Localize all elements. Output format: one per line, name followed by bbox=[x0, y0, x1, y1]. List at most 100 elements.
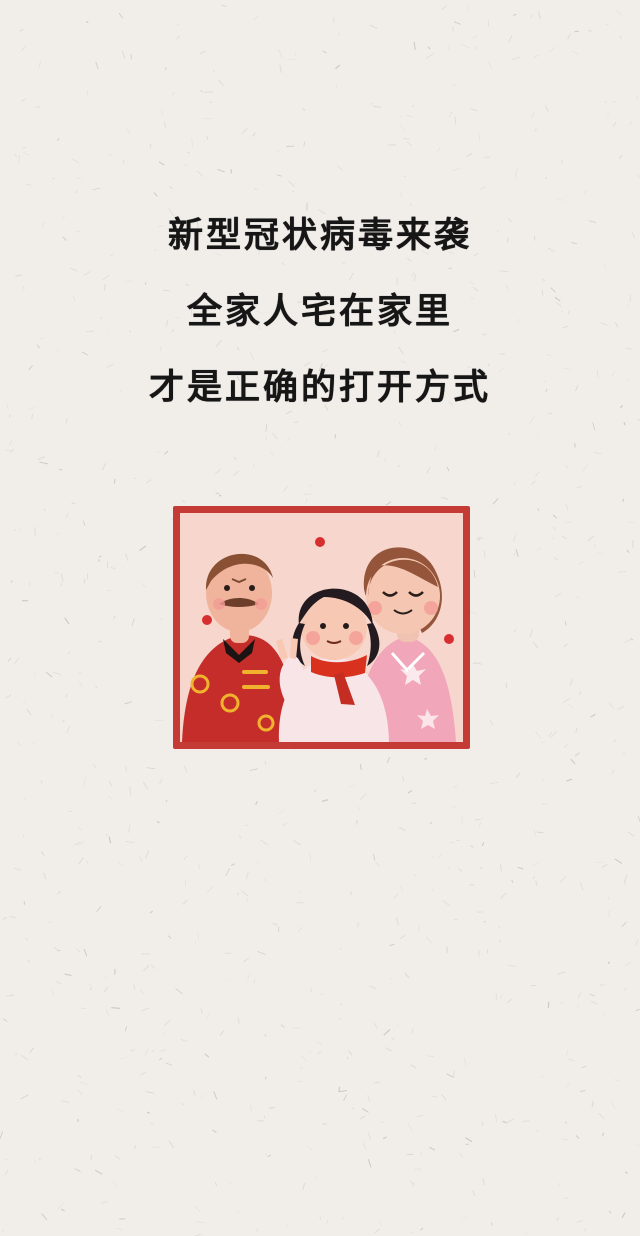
poem-line-2: 全家人宅在家里 bbox=[186, 291, 453, 332]
paper-fiber bbox=[105, 833, 108, 836]
paper-fiber bbox=[110, 566, 117, 570]
paper-fiber bbox=[316, 1041, 323, 1045]
paper-fiber bbox=[419, 1151, 423, 1155]
paper-fiber bbox=[411, 105, 415, 107]
paper-fiber bbox=[278, 809, 285, 815]
paper-fiber bbox=[146, 767, 156, 769]
paper-fiber bbox=[617, 705, 625, 711]
paper-fiber bbox=[165, 799, 168, 803]
paper-fiber bbox=[233, 456, 237, 460]
paper-fiber bbox=[515, 772, 521, 779]
paper-fiber bbox=[281, 822, 287, 827]
paper-fiber bbox=[576, 1220, 584, 1223]
paper-fiber bbox=[429, 1146, 436, 1151]
paper-fiber bbox=[160, 618, 163, 621]
paper-fiber bbox=[406, 114, 413, 118]
paper-fiber bbox=[151, 1049, 155, 1052]
paper-fiber bbox=[598, 1112, 605, 1120]
paper-fiber bbox=[277, 150, 280, 153]
paper-fiber bbox=[272, 922, 278, 926]
paper-fiber bbox=[595, 861, 604, 863]
paper-fiber bbox=[334, 971, 337, 973]
paper-fiber bbox=[77, 1075, 82, 1078]
paper-fiber bbox=[400, 886, 404, 893]
paper-fiber bbox=[507, 35, 513, 44]
paper-fiber bbox=[56, 891, 62, 895]
paper-fiber bbox=[272, 432, 278, 440]
paper-fiber bbox=[118, 1108, 123, 1112]
paper-fiber bbox=[494, 1114, 498, 1123]
paper-fiber bbox=[517, 866, 524, 870]
paper-fiber bbox=[139, 856, 143, 862]
paper-fiber bbox=[593, 543, 596, 549]
paper-fiber bbox=[554, 592, 562, 598]
paper-fiber bbox=[402, 775, 405, 782]
paper-fiber bbox=[477, 538, 481, 541]
paper-fiber bbox=[57, 138, 60, 142]
paper-fiber bbox=[257, 950, 266, 956]
paper-fiber bbox=[470, 611, 477, 615]
paper-fiber bbox=[24, 798, 26, 801]
paper-fiber bbox=[399, 934, 406, 940]
paper-fiber bbox=[611, 1102, 616, 1110]
paper-fiber bbox=[231, 863, 235, 867]
paper-fiber bbox=[635, 1144, 640, 1146]
paper-fiber bbox=[319, 1215, 322, 1221]
paper-fiber bbox=[108, 780, 113, 787]
paper-fiber bbox=[264, 435, 268, 440]
paper-fiber bbox=[577, 991, 582, 999]
paper-fiber bbox=[239, 834, 242, 839]
paper-fiber bbox=[128, 824, 131, 833]
paper-fiber bbox=[414, 1168, 422, 1170]
paper-fiber bbox=[27, 959, 30, 963]
paper-fiber bbox=[335, 84, 337, 90]
paper-fiber bbox=[565, 503, 569, 511]
paper-fiber bbox=[584, 190, 587, 194]
paper-fiber bbox=[591, 1103, 593, 1107]
paper-fiber bbox=[514, 481, 516, 485]
paper-fiber bbox=[558, 1182, 561, 1185]
paper-fiber bbox=[121, 50, 126, 59]
paper-fiber bbox=[367, 1159, 372, 1168]
paper-fiber bbox=[513, 13, 517, 16]
paper-fiber bbox=[341, 1217, 345, 1220]
paper-fiber bbox=[46, 921, 54, 924]
paper-fiber bbox=[244, 824, 249, 827]
paper-fiber bbox=[577, 1004, 579, 1008]
paper-fiber bbox=[530, 480, 536, 486]
paper-fiber bbox=[406, 1153, 414, 1156]
paper-fiber bbox=[452, 167, 462, 172]
paper-fiber bbox=[310, 987, 313, 993]
paper-fiber bbox=[566, 778, 573, 782]
paper-fiber bbox=[467, 4, 470, 13]
paper-fiber bbox=[34, 1160, 36, 1163]
paper-fiber bbox=[50, 713, 54, 718]
paper-fiber bbox=[213, 1091, 218, 1100]
paper-fiber bbox=[9, 439, 13, 446]
paper-fiber bbox=[125, 840, 135, 844]
paper-fiber bbox=[293, 839, 302, 846]
paper-fiber bbox=[167, 935, 172, 939]
paper-fiber bbox=[488, 61, 493, 70]
paper-fiber bbox=[370, 102, 374, 105]
paper-fiber bbox=[535, 880, 538, 886]
paper-fiber bbox=[200, 90, 204, 93]
paper-fiber bbox=[479, 818, 483, 821]
paper-fiber bbox=[562, 697, 571, 704]
paper-fiber bbox=[552, 526, 557, 531]
paper-fiber bbox=[571, 50, 578, 55]
paper-fiber bbox=[172, 91, 176, 96]
paper-fiber bbox=[489, 720, 494, 726]
paper-fiber bbox=[168, 186, 174, 190]
paper-fiber bbox=[556, 1217, 559, 1221]
paper-fiber bbox=[343, 1094, 348, 1101]
paper-fiber bbox=[182, 899, 188, 905]
paper-fiber bbox=[541, 741, 547, 743]
paper-fiber bbox=[429, 821, 433, 825]
paper-fiber bbox=[536, 831, 544, 834]
paper-fiber bbox=[481, 1121, 484, 1126]
paper-fiber bbox=[224, 952, 232, 955]
paper-fiber bbox=[236, 892, 240, 896]
paper-fiber bbox=[35, 106, 41, 108]
paper-fiber bbox=[108, 795, 112, 800]
